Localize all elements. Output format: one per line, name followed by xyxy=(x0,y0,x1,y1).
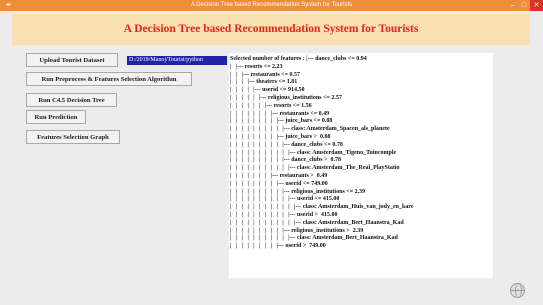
output-line: | | | | | | | | | | |--- class: Amsterda… xyxy=(230,149,397,156)
output-line: | | | | | | | | | |--- religious_institu… xyxy=(230,227,364,234)
output-line: | | | | | | | | |--- juice_bars <= 0.88 xyxy=(230,118,333,125)
output-line: | | | | | | | | | | |--- userid <= 415.0… xyxy=(230,196,340,203)
upload-dataset-button[interactable]: Upload Tourist Dataset xyxy=(26,53,118,67)
title-bar: ✒ A Decision Tree based Recommendation S… xyxy=(0,0,543,11)
tree-output-text: Selected number of features : |--- dance… xyxy=(229,53,493,251)
output-line: | | | | | | | | | | | |--- class: Amster… xyxy=(230,204,414,211)
output-line: | | | | | | | | | | | |--- class: Amster… xyxy=(230,219,404,226)
close-button[interactable]: ✕ xyxy=(530,0,543,11)
output-line: Selected number of features : |--- dance… xyxy=(230,56,367,62)
run-prediction-button[interactable]: Run Prediction xyxy=(26,110,86,124)
output-line: | | | | | | | | | |--- dance_clubs > 0.7… xyxy=(230,157,341,164)
output-line: | | | | | |--- religious_institutions <=… xyxy=(230,94,342,101)
output-line: | | | | | | | | | |--- dance_clubs <= 0.… xyxy=(230,141,343,148)
output-line: | | | | | | | | |--- userid > 749.00 xyxy=(230,243,326,250)
output-line: | | |--- restaurants <= 0.57 xyxy=(230,71,301,78)
output-line: | | | | |--- userid <= 914.50 xyxy=(230,87,305,94)
minimize-button[interactable]: – xyxy=(508,0,518,11)
output-line: | | | | | | | | |--- juice_bars > 0.88 xyxy=(230,133,331,140)
output-line: | |--- resorts <= 2.23 xyxy=(230,63,283,70)
maximize-button[interactable]: □ xyxy=(519,0,529,11)
output-line: | | | |--- theaters <= 1.81 xyxy=(230,79,298,86)
header-banner: A Decision Tree based Recommendation Sys… xyxy=(12,14,530,45)
run-c45-button[interactable]: Run C4.5 Decision Tree xyxy=(26,93,117,107)
globe-icon xyxy=(510,283,525,298)
output-line: | | | | | | | | | | |--- class: Amsterda… xyxy=(230,165,400,172)
output-line: | | | | | | | | | | |--- class: Amsterda… xyxy=(230,235,398,242)
output-line: | | | | | | | | | |--- religious_institu… xyxy=(230,188,366,195)
output-line: | | | | | | |--- resorts <= 1.56 xyxy=(230,102,312,109)
output-text-area[interactable]: Selected number of features : |--- dance… xyxy=(229,53,493,278)
output-line: | | | | | | | | | |--- class: Amsterdam_… xyxy=(230,126,390,133)
run-preprocess-button[interactable]: Run Preprocess & Features Selection Algo… xyxy=(26,72,192,86)
features-graph-button[interactable]: Features Selection Graph xyxy=(26,130,120,144)
page-title: A Decision Tree based Recommendation Sys… xyxy=(123,23,419,35)
output-line: | | | | | | | |--- restaurants > 0.49 xyxy=(230,172,328,179)
output-line: | | | | | | | | |--- userid <= 749.00 xyxy=(230,180,328,187)
window-title: A Decision Tree based Recommendation Sys… xyxy=(190,2,353,8)
output-line: | | | | | | | |--- restaurants <= 0.49 xyxy=(230,110,330,117)
output-line: | | | | | | | | | | |--- userid > 415.00 xyxy=(230,211,338,218)
dataset-path-field[interactable]: D:/2019/Manoj/Tourist/python xyxy=(127,56,227,65)
